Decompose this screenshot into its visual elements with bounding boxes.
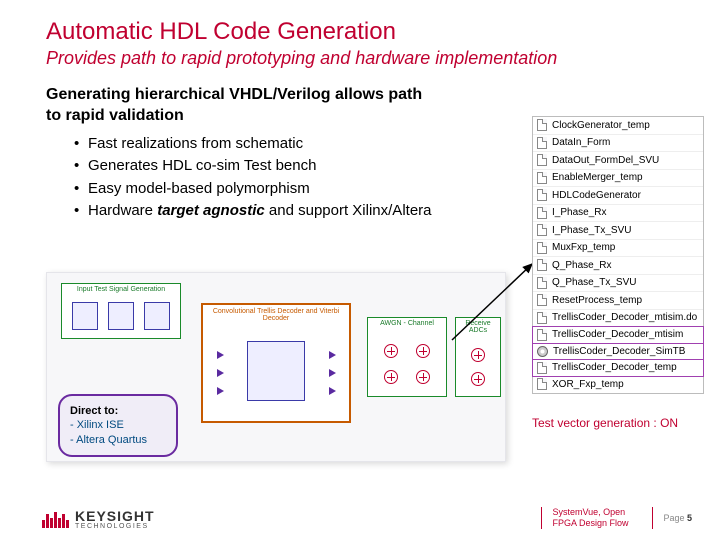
file-icon xyxy=(537,154,547,166)
brand-name: KEYSIGHT xyxy=(75,509,155,523)
gear-icon xyxy=(537,346,548,357)
file-row[interactable]: DataOut_FormDel_SVU xyxy=(533,152,703,170)
file-row[interactable]: XOR_Fxp_temp xyxy=(533,376,703,394)
file-name: Q_Phase_Tx_SVU xyxy=(552,277,637,288)
slide-subtitle: Provides path to rapid prototyping and h… xyxy=(0,46,720,69)
file-list-panel: ClockGenerator_temp DataIn_Form DataOut_Fo… xyxy=(532,116,704,394)
direct-to-callout: Direct to: - Xilinx ISE - Altera Quartus xyxy=(58,394,178,457)
block-awgn: AWGN - Channel xyxy=(367,317,447,397)
file-name: DataIn_Form xyxy=(552,137,610,148)
file-name: MuxFxp_temp xyxy=(552,242,615,253)
file-icon xyxy=(537,378,547,390)
file-icon xyxy=(537,224,547,236)
block-trellis-decoder: Convolutional Trellis Decoder and Viterb… xyxy=(201,303,351,423)
file-name: Q_Phase_Rx xyxy=(552,260,611,271)
bullet-text: Hardware xyxy=(88,202,157,219)
bullet-em: target agnostic xyxy=(157,202,265,219)
slide-footer: KEYSIGHT TECHNOLOGIES SystemVue, Open FP… xyxy=(0,494,720,540)
file-icon xyxy=(537,172,547,184)
file-name: TrellisCoder_Decoder_temp xyxy=(552,362,677,373)
slide-title: Automatic HDL Code Generation xyxy=(0,0,720,46)
file-name: HDLCodeGenerator xyxy=(552,190,641,201)
file-name: XOR_Fxp_temp xyxy=(552,379,624,390)
block-label: Input Test Signal Generation xyxy=(62,284,180,295)
divider xyxy=(652,507,653,529)
file-row[interactable]: TrellisCoder_Decoder_mtisim xyxy=(532,326,704,344)
file-icon xyxy=(537,259,547,271)
block-label: Convolutional Trellis Decoder and Viterb… xyxy=(203,305,349,325)
logo-mark-icon xyxy=(42,512,69,528)
file-icon xyxy=(537,294,547,306)
file-icon xyxy=(537,362,547,374)
file-icon xyxy=(537,189,547,201)
callout-head: Direct to: xyxy=(70,404,166,418)
file-name: TrellisCoder_Decoder_SimTB xyxy=(553,346,685,357)
file-name: TrellisCoder_Decoder_mtisim xyxy=(552,329,683,340)
file-icon xyxy=(537,119,547,131)
file-name: I_Phase_Tx_SVU xyxy=(552,225,632,236)
callout-line: - Altera Quartus xyxy=(70,433,166,447)
file-icon xyxy=(537,329,547,341)
block-input-signal: Input Test Signal Generation xyxy=(61,283,181,339)
file-icon xyxy=(537,207,547,219)
file-row[interactable]: HDLCodeGenerator xyxy=(533,187,703,205)
file-icon xyxy=(537,277,547,289)
file-row[interactable]: MuxFxp_temp xyxy=(533,240,703,258)
page-number: Page 5 xyxy=(663,513,692,523)
lead-text: Generating hierarchical VHDL/Verilog all… xyxy=(0,69,440,127)
file-name: I_Phase_Rx xyxy=(552,207,606,218)
bullet-text: and support Xilinx/Altera xyxy=(265,202,432,219)
file-row[interactable]: DataIn_Form xyxy=(533,135,703,153)
divider xyxy=(541,507,542,529)
file-name: ClockGenerator_temp xyxy=(552,120,650,131)
brand-sub: TECHNOLOGIES xyxy=(75,523,155,530)
file-row[interactable]: TrellisCoder_Decoder_mtisim.do xyxy=(533,310,703,328)
file-row[interactable]: EnableMerger_temp xyxy=(533,170,703,188)
file-row[interactable]: Q_Phase_Tx_SVU xyxy=(533,275,703,293)
file-icon xyxy=(537,312,547,324)
file-row[interactable]: I_Phase_Tx_SVU xyxy=(533,222,703,240)
file-row[interactable]: ClockGenerator_temp xyxy=(533,117,703,135)
test-vector-label: Test vector generation : ON xyxy=(532,416,678,430)
file-icon xyxy=(537,137,547,149)
file-row[interactable]: TrellisCoder_Decoder_SimTB xyxy=(532,343,704,361)
file-row[interactable]: Q_Phase_Rx xyxy=(533,257,703,275)
file-row[interactable]: TrellisCoder_Decoder_temp xyxy=(532,359,704,377)
file-row[interactable]: I_Phase_Rx xyxy=(533,205,703,223)
block-label: AWGN - Channel xyxy=(368,318,446,329)
file-name: EnableMerger_temp xyxy=(552,172,643,183)
keysight-logo: KEYSIGHT TECHNOLOGIES xyxy=(42,509,155,530)
footer-meta: SystemVue, Open FPGA Design Flow Page 5 xyxy=(541,507,692,530)
file-name: ResetProcess_temp xyxy=(552,295,642,306)
file-name: DataOut_FormDel_SVU xyxy=(552,155,659,166)
footer-meta-text: SystemVue, Open FPGA Design Flow xyxy=(552,507,642,530)
file-row[interactable]: ResetProcess_temp xyxy=(533,292,703,310)
callout-line: - Xilinx ISE xyxy=(70,418,166,432)
file-name: TrellisCoder_Decoder_mtisim.do xyxy=(552,312,697,323)
file-icon xyxy=(537,242,547,254)
